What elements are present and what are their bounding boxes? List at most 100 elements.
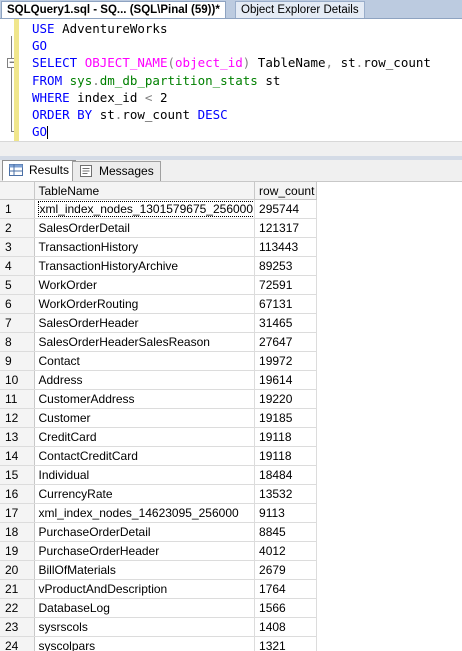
tablename-cell[interactable]: PurchaseOrderDetail xyxy=(34,523,255,542)
tab-object-explorer-details[interactable]: Object Explorer Details xyxy=(235,1,365,18)
row-number-cell[interactable]: 1 xyxy=(0,200,34,219)
tablename-cell[interactable]: CreditCard xyxy=(34,428,255,447)
row-count-cell[interactable]: 31465 xyxy=(255,314,317,333)
table-row[interactable]: 7SalesOrderHeader31465 xyxy=(0,314,317,333)
table-row[interactable]: 8SalesOrderHeaderSalesReason27647 xyxy=(0,333,317,352)
row-count-cell[interactable]: 1566 xyxy=(255,599,317,618)
row-number-cell[interactable]: 20 xyxy=(0,561,34,580)
tablename-cell[interactable]: Customer xyxy=(34,409,255,428)
row-number-cell[interactable]: 22 xyxy=(0,599,34,618)
row-number-cell[interactable]: 19 xyxy=(0,542,34,561)
row-number-cell[interactable]: 21 xyxy=(0,580,34,599)
tablename-cell[interactable]: SalesOrderDetail xyxy=(34,219,255,238)
table-row[interactable]: 5WorkOrder72591 xyxy=(0,276,317,295)
tablename-cell[interactable]: Individual xyxy=(34,466,255,485)
tablename-cell[interactable]: xml_index_nodes_14623095_256000 xyxy=(34,504,255,523)
row-number-cell[interactable]: 17 xyxy=(0,504,34,523)
table-row[interactable]: 3TransactionHistory113443 xyxy=(0,238,317,257)
row-count-cell[interactable]: 1321 xyxy=(255,637,317,651)
table-row[interactable]: 24syscolpars1321 xyxy=(0,637,317,651)
row-count-cell[interactable]: 113443 xyxy=(255,238,317,257)
row-number-cell[interactable]: 4 xyxy=(0,257,34,276)
row-number-cell[interactable]: 16 xyxy=(0,485,34,504)
table-row[interactable]: 2SalesOrderDetail121317 xyxy=(0,219,317,238)
row-number-cell[interactable]: 11 xyxy=(0,390,34,409)
tablename-cell[interactable]: ContactCreditCard xyxy=(34,447,255,466)
row-count-cell[interactable]: 13532 xyxy=(255,485,317,504)
tablename-cell[interactable]: DatabaseLog xyxy=(34,599,255,618)
row-count-cell[interactable]: 72591 xyxy=(255,276,317,295)
tablename-cell[interactable]: TransactionHistoryArchive xyxy=(34,257,255,276)
row-number-cell[interactable]: 15 xyxy=(0,466,34,485)
row-count-cell[interactable]: 1764 xyxy=(255,580,317,599)
sql-editor[interactable]: − USE AdventureWorksGOSELECT OBJECT_NAME… xyxy=(0,19,462,141)
tab-messages[interactable]: Messages xyxy=(72,161,161,181)
results-grid[interactable]: TableName row_count 1xml_index_nodes_130… xyxy=(0,181,462,651)
row-count-cell[interactable]: 19118 xyxy=(255,447,317,466)
table-row[interactable]: 16CurrencyRate13532 xyxy=(0,485,317,504)
row-number-cell[interactable]: 24 xyxy=(0,637,34,651)
row-count-cell[interactable]: 1408 xyxy=(255,618,317,637)
table-row[interactable]: 9Contact19972 xyxy=(0,352,317,371)
column-header-row-count[interactable]: row_count xyxy=(255,182,317,200)
code-line[interactable]: FROM sys.dm_db_partition_stats st xyxy=(32,72,280,89)
column-header-tablename[interactable]: TableName xyxy=(34,182,255,200)
tablename-cell[interactable]: vProductAndDescription xyxy=(34,580,255,599)
row-number-cell[interactable]: 2 xyxy=(0,219,34,238)
table-row[interactable]: 23sysrscols1408 xyxy=(0,618,317,637)
tablename-cell[interactable]: PurchaseOrderHeader xyxy=(34,542,255,561)
row-count-cell[interactable]: 4012 xyxy=(255,542,317,561)
row-number-cell[interactable]: 3 xyxy=(0,238,34,257)
row-number-cell[interactable]: 9 xyxy=(0,352,34,371)
row-count-cell[interactable]: 19972 xyxy=(255,352,317,371)
tablename-cell[interactable]: xml_index_nodes_1301579675_256000 xyxy=(34,200,255,219)
tablename-cell[interactable]: Contact xyxy=(34,352,255,371)
code-line[interactable]: SELECT OBJECT_NAME(object_id) TableName,… xyxy=(32,54,431,71)
tablename-cell[interactable]: Address xyxy=(34,371,255,390)
code-line[interactable]: GO xyxy=(32,37,47,54)
tablename-cell[interactable]: sysrscols xyxy=(34,618,255,637)
table-row[interactable]: 10Address19614 xyxy=(0,371,317,390)
row-number-cell[interactable]: 12 xyxy=(0,409,34,428)
table-row[interactable]: 20BillOfMaterials2679 xyxy=(0,561,317,580)
tablename-cell[interactable]: CustomerAddress xyxy=(34,390,255,409)
row-count-cell[interactable]: 8845 xyxy=(255,523,317,542)
tablename-cell[interactable]: WorkOrder xyxy=(34,276,255,295)
table-row[interactable]: 22DatabaseLog1566 xyxy=(0,599,317,618)
row-count-cell[interactable]: 295744 xyxy=(255,200,317,219)
row-number-cell[interactable]: 10 xyxy=(0,371,34,390)
code-line[interactable]: USE AdventureWorks xyxy=(32,20,167,37)
row-count-cell[interactable]: 19118 xyxy=(255,428,317,447)
tablename-cell[interactable]: SalesOrderHeaderSalesReason xyxy=(34,333,255,352)
row-count-cell[interactable]: 18484 xyxy=(255,466,317,485)
row-count-cell[interactable]: 2679 xyxy=(255,561,317,580)
code-line[interactable]: WHERE index_id < 2 xyxy=(32,89,167,106)
row-number-cell[interactable]: 6 xyxy=(0,295,34,314)
table-row[interactable]: 14ContactCreditCard19118 xyxy=(0,447,317,466)
table-row[interactable]: 15Individual18484 xyxy=(0,466,317,485)
row-number-cell[interactable]: 8 xyxy=(0,333,34,352)
tab-sqlquery1[interactable]: SQLQuery1.sql - SQ... (SQL\Pinal (59))* xyxy=(1,1,226,18)
code-line[interactable]: GO xyxy=(32,123,48,140)
table-row[interactable]: 1xml_index_nodes_1301579675_256000295744 xyxy=(0,200,317,219)
row-count-cell[interactable]: 27647 xyxy=(255,333,317,352)
table-row[interactable]: 18PurchaseOrderDetail8845 xyxy=(0,523,317,542)
tablename-cell[interactable]: syscolpars xyxy=(34,637,255,651)
row-number-cell[interactable]: 5 xyxy=(0,276,34,295)
table-row[interactable]: 6WorkOrderRouting67131 xyxy=(0,295,317,314)
tablename-cell[interactable]: BillOfMaterials xyxy=(34,561,255,580)
row-number-cell[interactable]: 7 xyxy=(0,314,34,333)
tablename-cell[interactable]: SalesOrderHeader xyxy=(34,314,255,333)
tablename-cell[interactable]: TransactionHistory xyxy=(34,238,255,257)
row-count-cell[interactable]: 89253 xyxy=(255,257,317,276)
table-row[interactable]: 17xml_index_nodes_14623095_2560009113 xyxy=(0,504,317,523)
tab-results[interactable]: Results xyxy=(2,160,76,181)
table-row[interactable]: 12Customer19185 xyxy=(0,409,317,428)
grid-corner[interactable] xyxy=(0,182,34,200)
table-row[interactable]: 11CustomerAddress19220 xyxy=(0,390,317,409)
row-count-cell[interactable]: 67131 xyxy=(255,295,317,314)
table-row[interactable]: 21vProductAndDescription1764 xyxy=(0,580,317,599)
row-number-cell[interactable]: 23 xyxy=(0,618,34,637)
row-number-cell[interactable]: 18 xyxy=(0,523,34,542)
editor-horizontal-scrollbar[interactable] xyxy=(0,141,462,157)
